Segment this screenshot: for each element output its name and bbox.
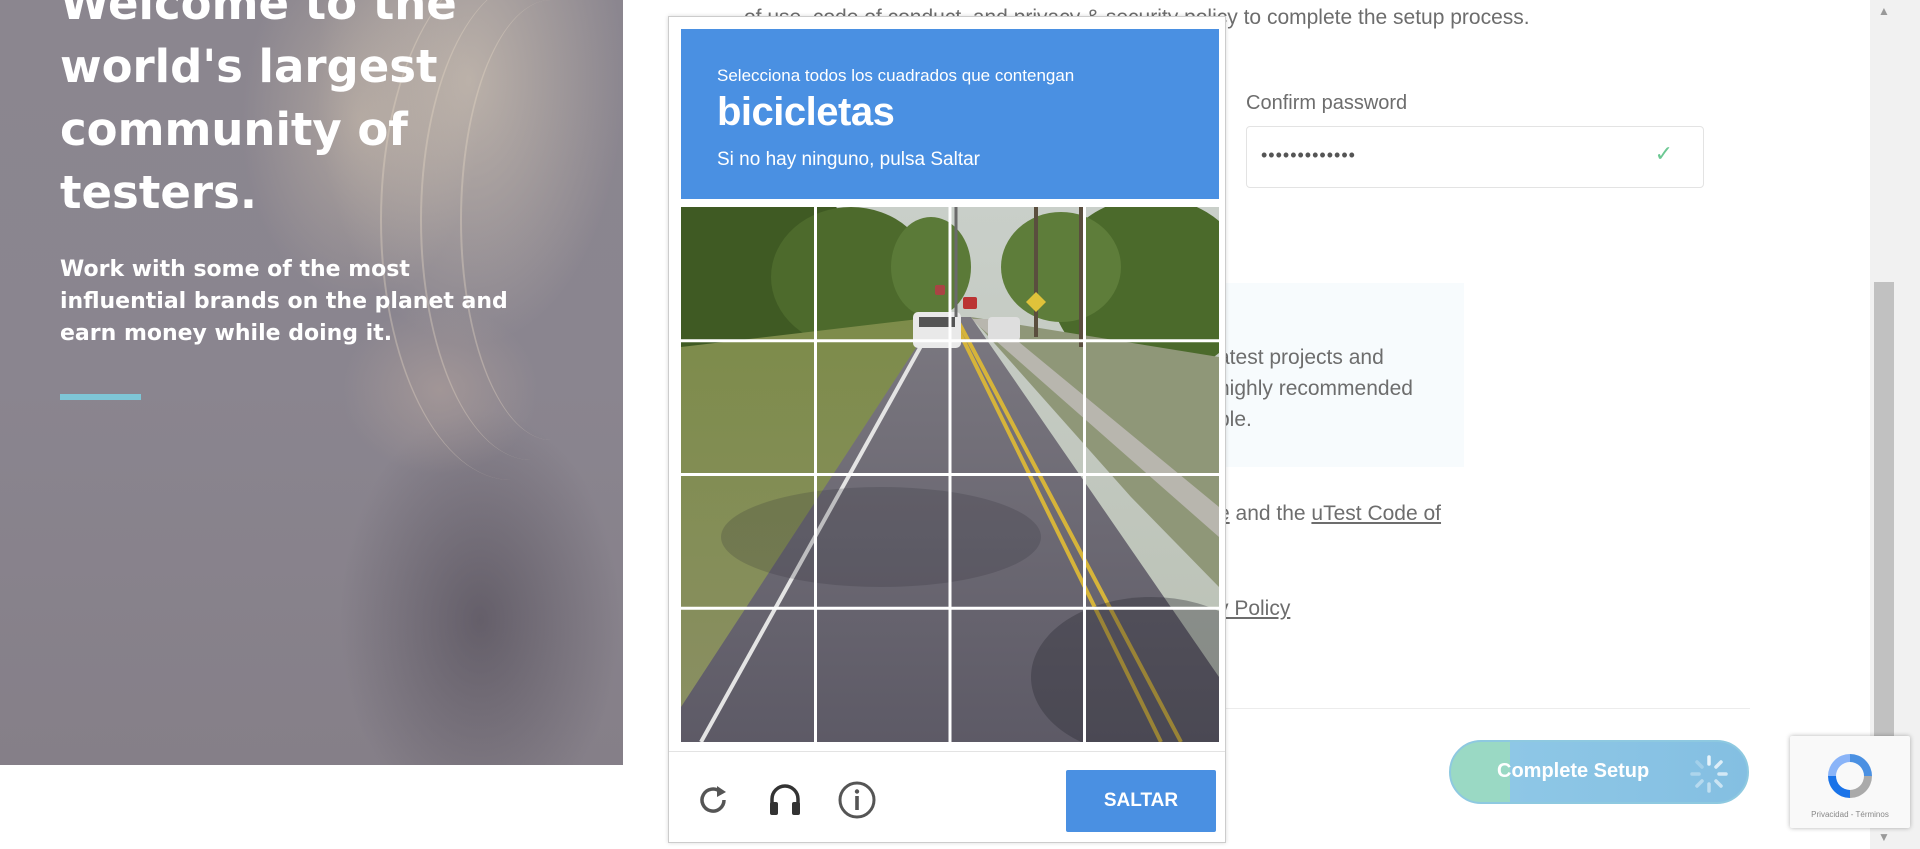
privacy-policy-link[interactable]: y Policy bbox=[1218, 597, 1290, 620]
captcha-hint: Si no hay ninguno, pulsa Saltar bbox=[717, 149, 981, 170]
form-divider bbox=[1180, 708, 1750, 709]
terms-text: e and the uTest Code of bbox=[1218, 502, 1441, 526]
captcha-image-grid bbox=[681, 207, 1219, 742]
captcha-tile[interactable] bbox=[816, 475, 950, 608]
check-icon: ✓ bbox=[1654, 141, 1673, 166]
newsletter-line-2: highly recommended bbox=[1218, 377, 1413, 400]
captcha-tile[interactable] bbox=[816, 341, 950, 474]
info-icon[interactable] bbox=[837, 780, 877, 820]
audio-headphones-icon[interactable] bbox=[765, 780, 805, 820]
newsletter-line-1: atest projects and bbox=[1218, 346, 1384, 369]
captcha-tile[interactable] bbox=[816, 207, 950, 340]
captcha-footer: SALTAR bbox=[669, 751, 1225, 844]
captcha-tile[interactable] bbox=[1085, 341, 1219, 474]
captcha-tile[interactable] bbox=[950, 609, 1084, 742]
hero-subtitle: Work with some of the most influential b… bbox=[60, 257, 508, 346]
scroll-down-icon[interactable]: ▼ bbox=[1874, 830, 1894, 844]
captcha-tile[interactable] bbox=[1085, 609, 1219, 742]
hero-panel: Welcome to the world's largest community… bbox=[0, 0, 623, 765]
captcha-instruction: Selecciona todos los cuadrados que conte… bbox=[717, 66, 1075, 85]
confirm-password-value: ••••••••••••• bbox=[1261, 145, 1356, 165]
captcha-dialog: Selecciona todos los cuadrados que conte… bbox=[668, 16, 1226, 843]
recaptcha-badge[interactable]: Privacidad - Términos bbox=[1790, 736, 1910, 828]
captcha-tile[interactable] bbox=[1085, 207, 1219, 340]
confirm-password-label: Confirm password bbox=[1246, 92, 1408, 114]
terms-and-text: and the bbox=[1229, 502, 1312, 525]
complete-setup-button[interactable]: Complete Setup bbox=[1449, 740, 1749, 804]
hero-accent-rule bbox=[60, 394, 141, 400]
scroll-up-icon[interactable]: ▲ bbox=[1874, 4, 1894, 18]
recaptcha-logo-icon bbox=[1828, 754, 1872, 798]
confirm-password-field[interactable]: ••••••••••••• ✓ bbox=[1246, 126, 1704, 188]
captcha-tile[interactable] bbox=[950, 207, 1084, 340]
captcha-target-word: bicicletas bbox=[717, 90, 895, 134]
captcha-tile[interactable] bbox=[1085, 475, 1219, 608]
reload-icon[interactable] bbox=[693, 780, 733, 820]
captcha-tile[interactable] bbox=[816, 609, 950, 742]
captcha-tile[interactable] bbox=[681, 609, 815, 742]
hero-title: Welcome to the world's largest community… bbox=[60, 0, 457, 219]
skip-button[interactable]: SALTAR bbox=[1066, 770, 1216, 832]
scrollbar-thumb[interactable] bbox=[1874, 282, 1894, 752]
captcha-header: Selecciona todos los cuadrados que conte… bbox=[681, 29, 1219, 199]
captcha-tile[interactable] bbox=[950, 341, 1084, 474]
privacy-text: y Policy bbox=[1218, 597, 1290, 621]
loading-spinner-icon bbox=[1690, 755, 1728, 793]
code-of-conduct-link[interactable]: uTest Code of bbox=[1311, 502, 1441, 525]
captcha-tile[interactable] bbox=[681, 207, 815, 340]
complete-setup-label: Complete Setup bbox=[1497, 760, 1650, 782]
recaptcha-terms-text[interactable]: Privacidad - Términos bbox=[1790, 810, 1910, 819]
captcha-tile[interactable] bbox=[950, 475, 1084, 608]
captcha-tile[interactable] bbox=[681, 341, 815, 474]
captcha-tile[interactable] bbox=[681, 475, 815, 608]
